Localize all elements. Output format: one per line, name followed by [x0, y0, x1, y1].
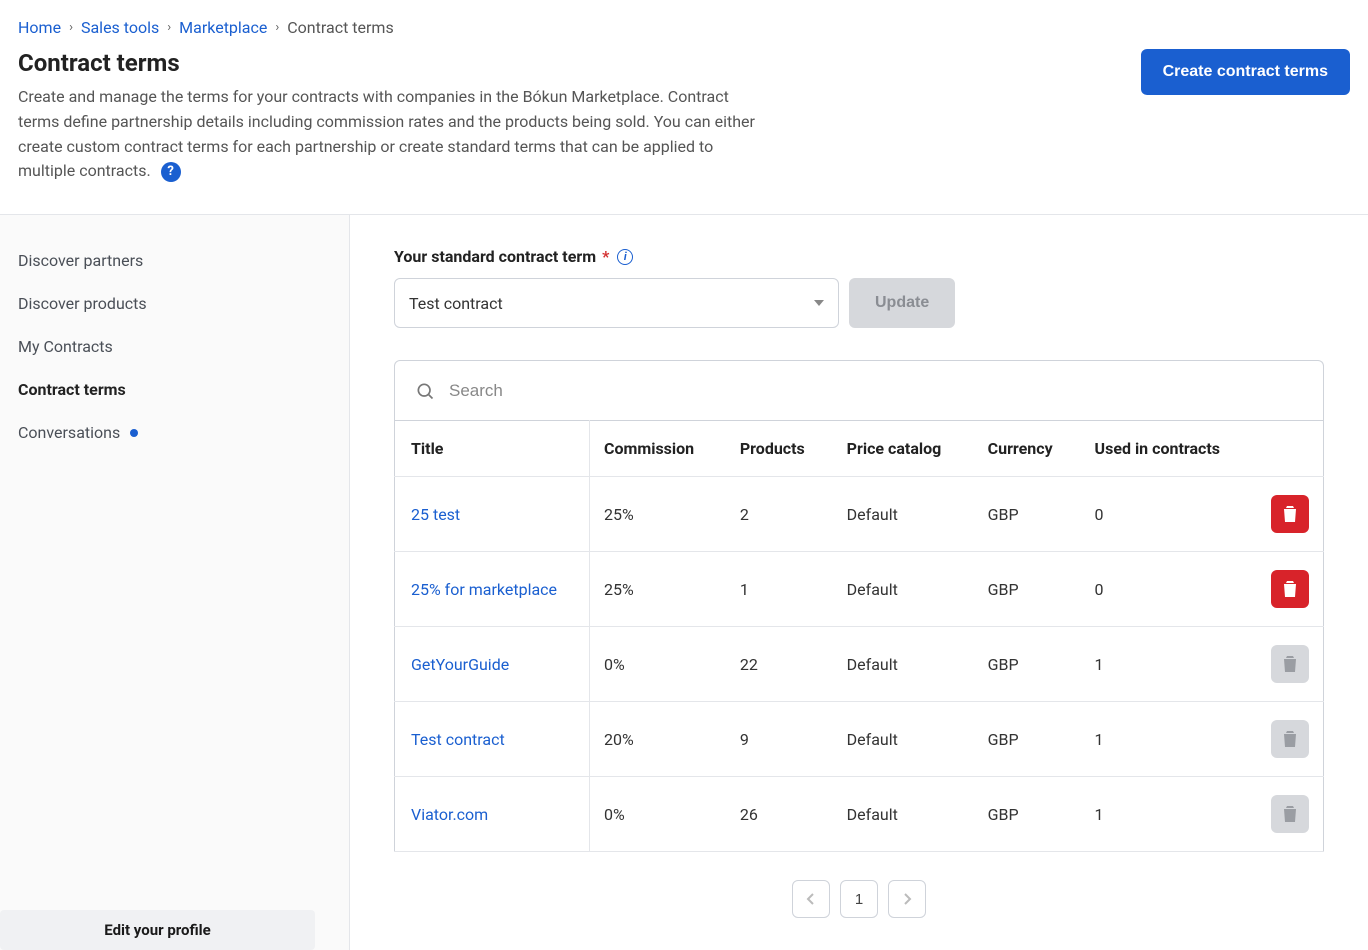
chevron-right-icon: › [167, 20, 171, 35]
cell-products: 2 [726, 477, 833, 552]
contract-title-link[interactable]: 25% for marketplace [411, 580, 557, 599]
contract-title-link[interactable]: GetYourGuide [411, 655, 509, 674]
col-actions [1257, 421, 1324, 477]
col-products: Products [726, 421, 833, 477]
cell-products: 26 [726, 777, 833, 852]
cell-products: 1 [726, 552, 833, 627]
help-icon[interactable]: ? [161, 162, 181, 182]
table-row: Test contract 20%9DefaultGBP1 [395, 702, 1324, 777]
cell-catalog: Default [833, 552, 974, 627]
trash-icon [1282, 580, 1298, 598]
cell-products: 9 [726, 702, 833, 777]
breadcrumb-home[interactable]: Home [18, 18, 61, 37]
standard-contract-select[interactable]: Test contract [394, 278, 839, 328]
breadcrumb-current: Contract terms [287, 18, 393, 37]
sidebar-item-label: My Contracts [18, 337, 113, 356]
col-commission: Commission [590, 421, 726, 477]
chevron-left-icon [806, 893, 816, 905]
page-title: Contract terms [18, 49, 758, 77]
sidebar-item-contract-terms[interactable]: Contract terms [0, 368, 349, 411]
breadcrumb: Home › Sales tools › Marketplace › Contr… [18, 18, 1350, 37]
contract-terms-table: Title Commission Products Price catalog … [394, 420, 1324, 852]
table-row: 25% for marketplace 25%1DefaultGBP0 [395, 552, 1324, 627]
pagination: 1 [394, 880, 1324, 918]
table-row: 25 test 25%2DefaultGBP0 [395, 477, 1324, 552]
col-price-catalog: Price catalog [833, 421, 974, 477]
cell-used: 1 [1081, 702, 1257, 777]
cell-catalog: Default [833, 702, 974, 777]
sidebar-item-my-contracts[interactable]: My Contracts [0, 325, 349, 368]
col-title: Title [395, 421, 590, 477]
cell-commission: 20% [590, 702, 726, 777]
cell-currency: GBP [974, 552, 1081, 627]
cell-currency: GBP [974, 627, 1081, 702]
standard-contract-label: Your standard contract term* i [394, 247, 1324, 266]
contract-title-link[interactable]: Test contract [411, 730, 505, 749]
trash-icon [1282, 805, 1298, 823]
notification-dot-icon [130, 429, 138, 437]
table-row: GetYourGuide 0%22DefaultGBP1 [395, 627, 1324, 702]
edit-profile-button[interactable]: Edit your profile [0, 910, 315, 950]
sidebar-item-label: Discover partners [18, 251, 143, 270]
cell-catalog: Default [833, 777, 974, 852]
cell-commission: 0% [590, 627, 726, 702]
trash-icon [1282, 655, 1298, 673]
pager-next[interactable] [888, 880, 926, 918]
cell-commission: 25% [590, 477, 726, 552]
cell-products: 22 [726, 627, 833, 702]
cell-used: 0 [1081, 552, 1257, 627]
table-row: Viator.com 0%26DefaultGBP1 [395, 777, 1324, 852]
breadcrumb-sales-tools[interactable]: Sales tools [81, 18, 159, 37]
pager-page-1[interactable]: 1 [840, 880, 878, 918]
chevron-right-icon [902, 893, 912, 905]
cell-currency: GBP [974, 477, 1081, 552]
cell-currency: GBP [974, 702, 1081, 777]
sidebar-item-label: Contract terms [18, 380, 126, 399]
cell-catalog: Default [833, 477, 974, 552]
chevron-right-icon: › [275, 20, 279, 35]
chevron-right-icon: › [69, 20, 73, 35]
cell-used: 1 [1081, 777, 1257, 852]
chevron-down-icon [814, 300, 824, 306]
sidebar-item-conversations[interactable]: Conversations [0, 411, 349, 454]
page-description: Create and manage the terms for your con… [18, 85, 758, 184]
sidebar-item-label: Discover products [18, 294, 147, 313]
breadcrumb-marketplace[interactable]: Marketplace [179, 18, 267, 37]
pager-prev[interactable] [792, 880, 830, 918]
contract-title-link[interactable]: Viator.com [411, 805, 488, 824]
col-used: Used in contracts [1081, 421, 1257, 477]
sidebar-item-label: Conversations [18, 423, 120, 442]
sidebar-item-discover-partners[interactable]: Discover partners [0, 239, 349, 282]
delete-button[interactable] [1271, 495, 1309, 533]
delete-button [1271, 645, 1309, 683]
col-currency: Currency [974, 421, 1081, 477]
delete-button [1271, 795, 1309, 833]
cell-used: 1 [1081, 627, 1257, 702]
cell-commission: 25% [590, 552, 726, 627]
info-icon[interactable]: i [617, 249, 633, 265]
cell-catalog: Default [833, 627, 974, 702]
select-value: Test contract [409, 294, 503, 313]
cell-used: 0 [1081, 477, 1257, 552]
create-contract-terms-button[interactable]: Create contract terms [1141, 49, 1350, 95]
search-icon [415, 381, 435, 401]
cell-commission: 0% [590, 777, 726, 852]
delete-button[interactable] [1271, 570, 1309, 608]
search-box[interactable] [394, 360, 1324, 420]
search-input[interactable] [449, 381, 1303, 401]
sidebar: Discover partners Discover products My Con… [0, 215, 350, 950]
update-button: Update [849, 278, 955, 328]
main-content: Your standard contract term* i Test cont… [350, 215, 1368, 950]
trash-icon [1282, 505, 1298, 523]
delete-button [1271, 720, 1309, 758]
sidebar-item-discover-products[interactable]: Discover products [0, 282, 349, 325]
contract-title-link[interactable]: 25 test [411, 505, 460, 524]
cell-currency: GBP [974, 777, 1081, 852]
trash-icon [1282, 730, 1298, 748]
